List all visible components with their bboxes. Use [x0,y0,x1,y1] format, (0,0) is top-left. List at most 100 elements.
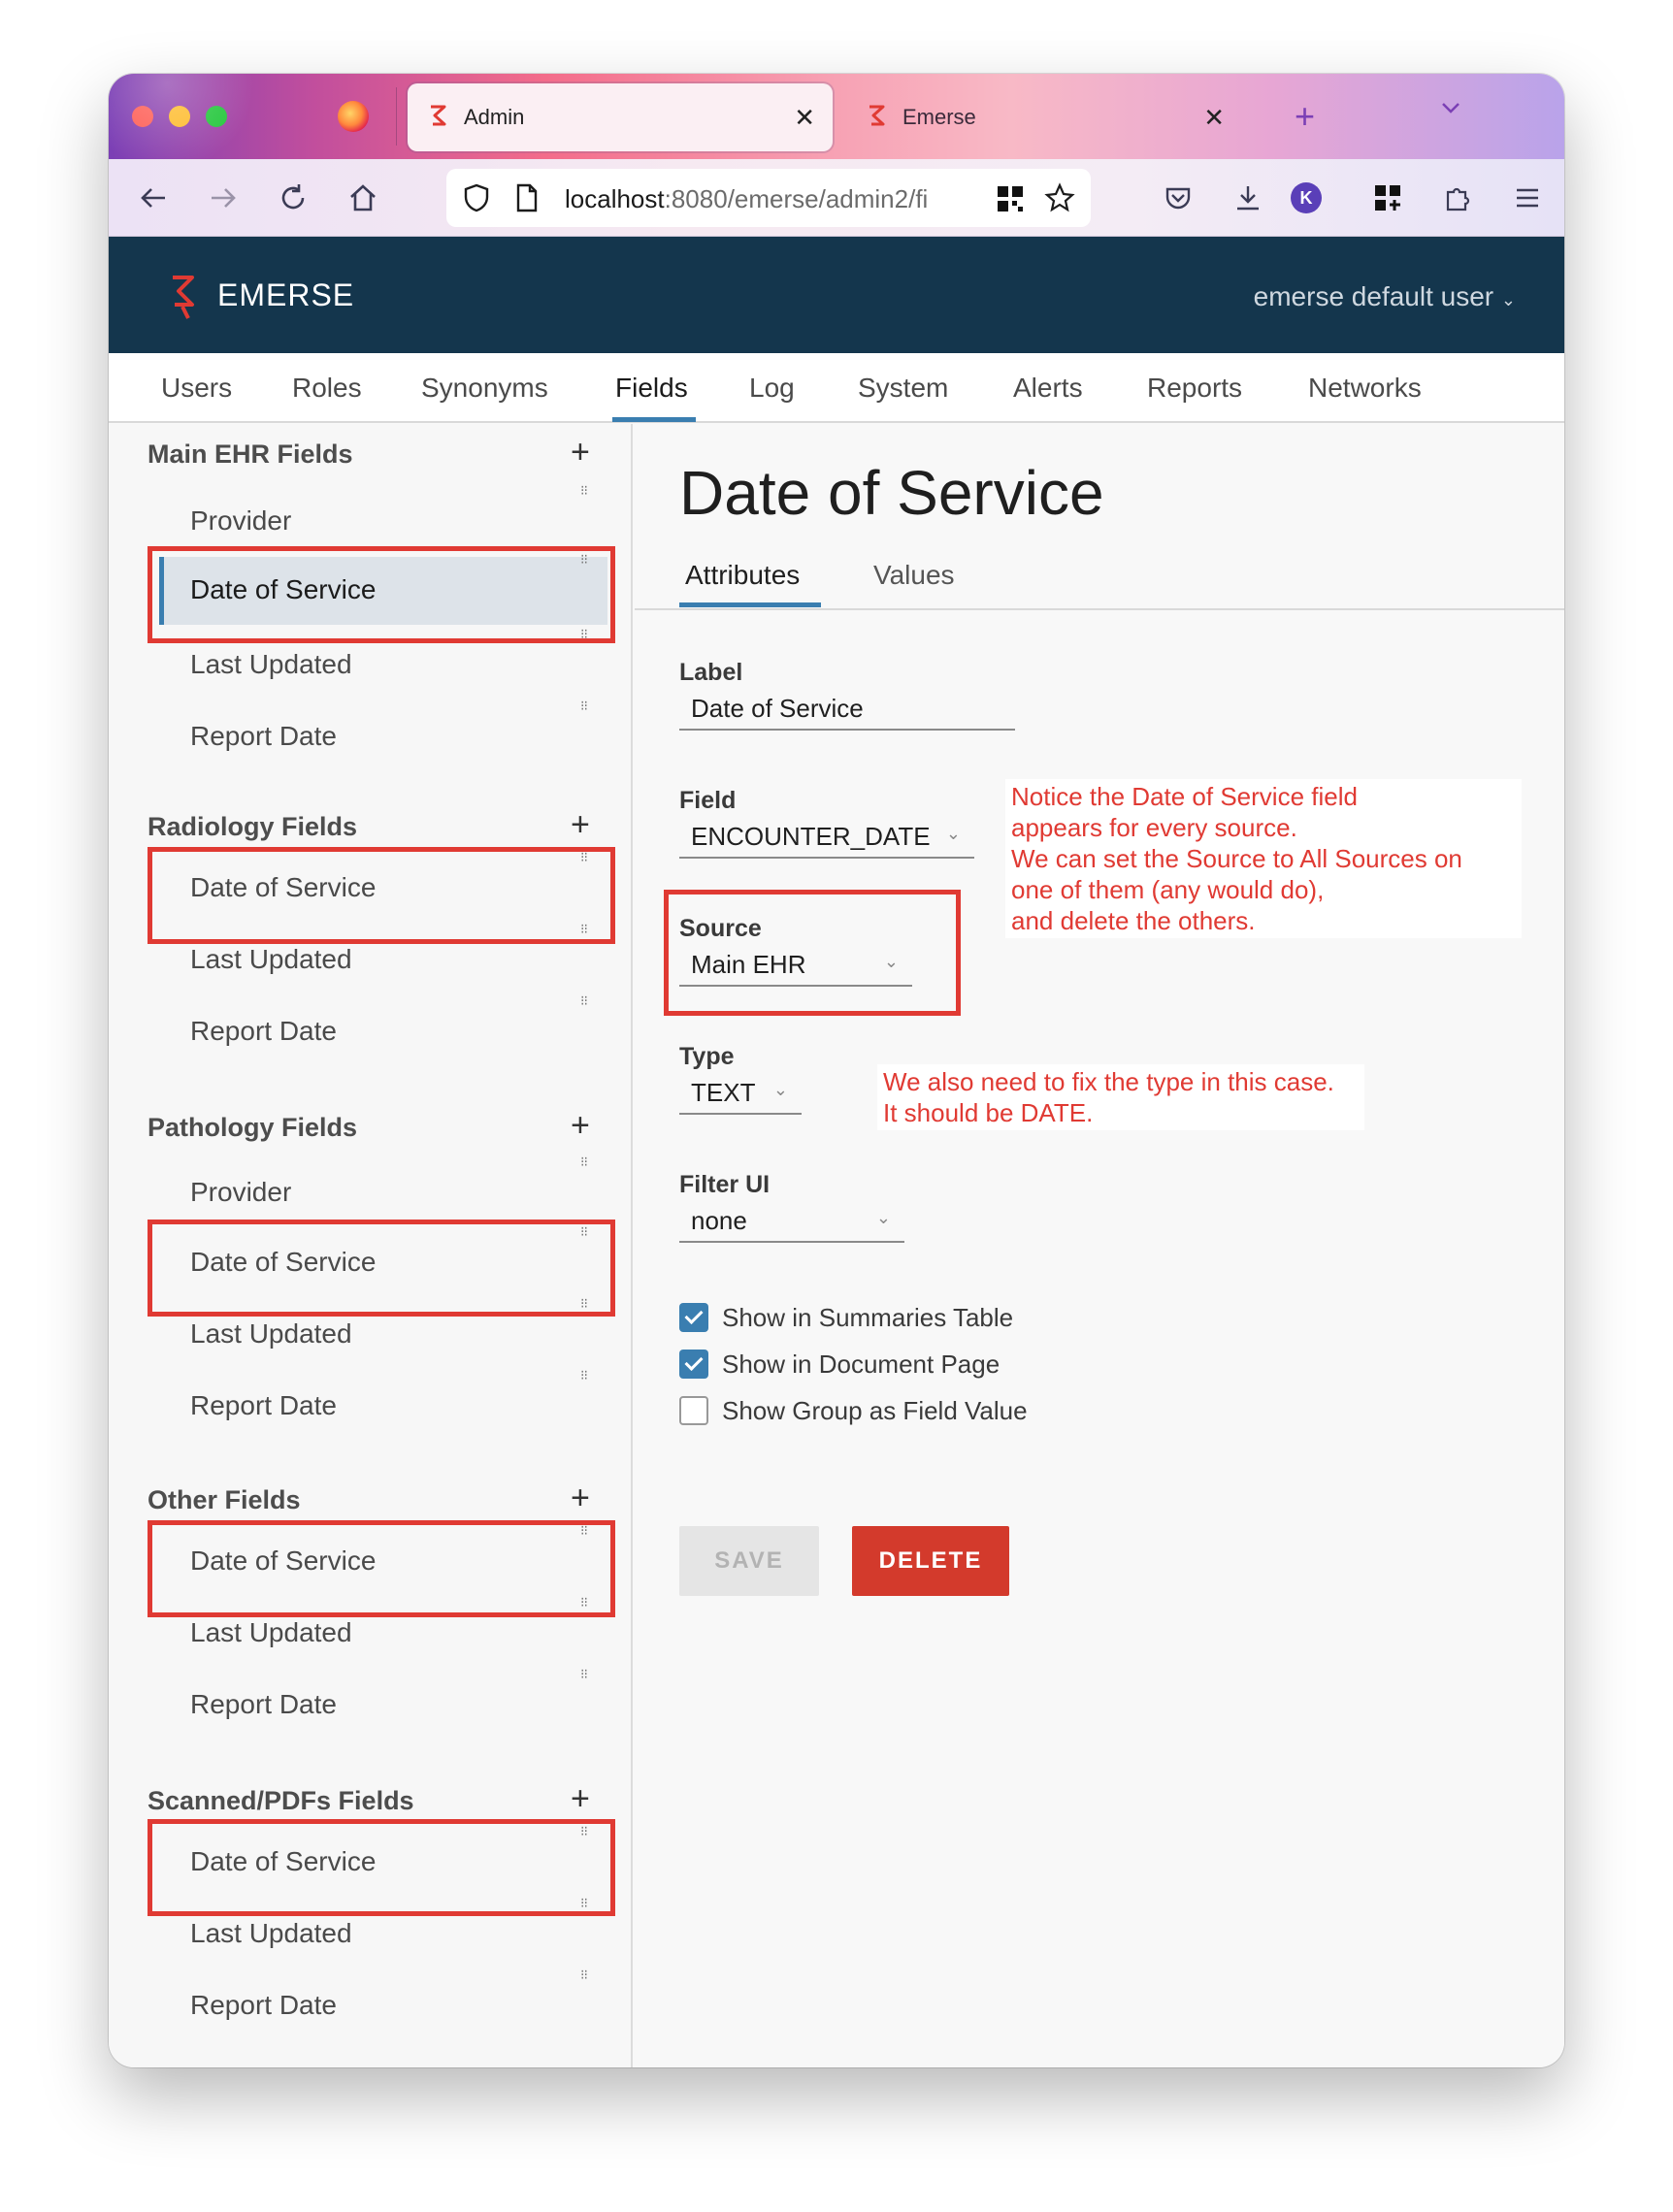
chevron-down-icon: ⌄ [945,824,961,843]
tab-fields[interactable]: Fields [615,373,688,404]
tab-reports[interactable]: Reports [1147,373,1242,404]
download-icon[interactable] [1229,179,1267,217]
section-title: Radiology Fields [148,812,358,841]
filter-ui-select[interactable]: none ⌄ [679,1200,904,1243]
close-tab-icon[interactable]: ✕ [794,105,815,130]
drag-handle-icon[interactable]: ⁝⁝ [580,483,594,497]
reload-icon[interactable] [274,179,312,217]
section-title: Main EHR Fields [148,439,353,469]
tab-system[interactable]: System [858,373,948,404]
user-menu[interactable]: emerse default user ⌄ [1254,281,1516,312]
add-field-plus-icon[interactable]: + [571,436,590,469]
minimize-window-dot[interactable] [169,106,190,127]
drag-handle-icon[interactable]: ⁝⁝ [580,1968,594,1981]
list-item[interactable]: Report Date ⁝⁝ [148,1968,604,2044]
field-value: ENCOUNTER_DATE [691,822,931,851]
qr-code-icon[interactable] [996,184,1025,218]
tab-emerse[interactable]: Emerse ✕ [846,83,1370,151]
pocket-icon[interactable] [1159,179,1197,217]
selected-subtab-indicator [679,602,821,607]
chevron-down-icon: ⌄ [1500,290,1516,309]
chevron-down-icon: ⌄ [875,1208,891,1227]
item-label: Last Updated [190,649,352,679]
item-label: Last Updated [190,1617,352,1647]
drag-handle-icon[interactable]: ⁝⁝ [580,699,594,712]
tab-log[interactable]: Log [749,373,795,404]
url-text[interactable]: localhost:8080/emerse/admin2/fi [565,184,972,214]
add-field-plus-icon[interactable]: + [571,808,590,841]
filter-ui-caption: Filter UI [679,1171,771,1198]
tab-divider [396,87,397,146]
firefox-icon [338,101,369,132]
back-arrow-icon[interactable] [134,179,173,217]
list-item[interactable]: Report Date ⁝⁝ [148,993,604,1070]
filter-ui-value: none [691,1206,747,1235]
selected-tab-indicator [612,417,696,422]
field-select[interactable]: ENCOUNTER_DATE ⌄ [679,816,974,859]
emerse-logo-icon [173,276,194,319]
note-line: We also need to fix the type in this cas… [883,1067,1334,1096]
add-field-plus-icon[interactable]: + [571,1109,590,1142]
checkbox-group-as-field-value[interactable] [679,1396,708,1425]
tab-label: Admin [464,105,525,129]
new-tab-icon[interactable]: + [1295,99,1315,134]
bookmark-star-icon[interactable] [1044,182,1075,218]
drag-handle-icon[interactable]: ⁝⁝ [580,1667,594,1680]
tab-strip: Admin ✕ Emerse ✕ + [109,74,1564,159]
note-line: It should be DATE. [883,1098,1094,1127]
close-window-dot[interactable] [132,106,153,127]
tab-attributes[interactable]: Attributes [685,560,800,591]
checkbox-label: Show in Document Page [722,1350,1001,1379]
highlight-box [148,1520,615,1617]
account-avatar[interactable]: K [1291,182,1322,213]
tab-roles[interactable]: Roles [292,373,362,404]
list-item[interactable]: Report Date ⁝⁝ [148,1368,604,1445]
add-field-plus-icon[interactable]: + [571,1782,590,1815]
item-label: Report Date [190,1016,337,1046]
list-item[interactable]: Report Date ⁝⁝ [148,1667,604,1743]
tab-users[interactable]: Users [161,373,232,404]
drag-handle-icon[interactable]: ⁝⁝ [580,1368,594,1382]
type-caption: Type [679,1043,735,1070]
field-caption: Field [679,787,737,814]
item-label: Last Updated [190,944,352,974]
tab-alerts[interactable]: Alerts [1013,373,1083,404]
checkbox-label: Show Group as Field Value [722,1396,1028,1425]
close-tab-icon[interactable]: ✕ [1203,105,1225,130]
home-icon[interactable] [344,179,382,217]
note-line: Notice the Date of Service field [1011,782,1358,811]
hamburger-menu-icon[interactable] [1508,179,1547,217]
checkbox-document-page[interactable] [679,1350,708,1379]
url-path: :8080/emerse/admin2/fi [664,184,929,213]
extensions-grid-icon[interactable] [1368,179,1407,217]
label-input[interactable]: Date of Service [679,688,1015,731]
drag-handle-icon[interactable]: ⁝⁝ [580,993,594,1007]
delete-button[interactable]: DELETE [852,1526,1009,1596]
tab-admin[interactable]: Admin ✕ [408,83,833,151]
subtab-divider [635,608,1564,610]
item-label: Report Date [190,1689,337,1719]
save-button[interactable]: SAVE [679,1526,819,1596]
app-header: EMERSE emerse default user ⌄ [109,237,1564,353]
puzzle-piece-icon[interactable] [1438,179,1477,217]
add-field-plus-icon[interactable]: + [571,1481,590,1514]
item-label: Provider [190,505,292,536]
tab-synonyms[interactable]: Synonyms [421,373,548,404]
url-bar[interactable]: localhost:8080/emerse/admin2/fi [446,169,1091,227]
brand-name[interactable]: EMERSE [217,277,354,313]
list-item[interactable]: Report Date ⁝⁝ [148,699,604,775]
tab-networks[interactable]: Networks [1308,373,1422,404]
shield-icon[interactable] [462,182,491,218]
page-info-icon[interactable] [514,182,540,218]
type-select[interactable]: TEXT ⌄ [679,1072,802,1115]
item-label: Report Date [190,1990,337,2020]
list-tabs-chevron-icon[interactable] [1438,95,1463,127]
drag-handle-icon[interactable]: ⁝⁝ [580,1155,594,1168]
label-value: Date of Service [691,694,864,723]
checkbox-summaries-table[interactable] [679,1303,708,1332]
emerse-tab-icon [431,105,446,126]
forward-arrow-icon[interactable] [204,179,243,217]
chevron-down-icon: ⌄ [772,1080,788,1099]
tab-values[interactable]: Values [873,560,955,591]
zoom-window-dot[interactable] [206,106,227,127]
